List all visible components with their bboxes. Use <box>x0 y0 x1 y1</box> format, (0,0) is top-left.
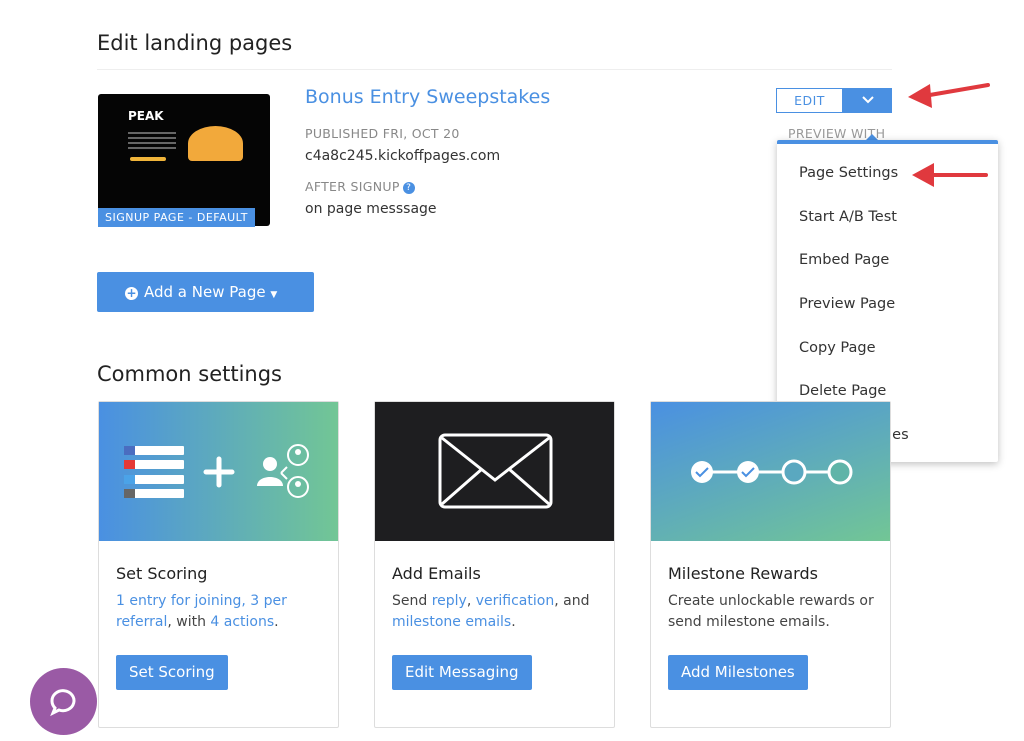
scoring-list-plus-referral-icon <box>124 444 309 498</box>
scoring-illustration <box>99 402 338 541</box>
envelope-icon <box>438 433 553 509</box>
chat-launcher-button[interactable] <box>30 668 97 735</box>
emails-illustration <box>375 402 614 541</box>
signup-page-badge: SIGNUP PAGE - DEFAULT <box>98 208 255 227</box>
caret-down-icon: ▼ <box>270 290 278 300</box>
card-title: Add Emails <box>392 564 481 583</box>
menu-item-copy-page[interactable]: Copy Page <box>777 341 998 385</box>
card-add-emails: Add Emails Send reply, verification, and… <box>374 401 615 728</box>
after-signup-value: on page messsage <box>305 201 437 217</box>
reply-link[interactable]: reply <box>432 593 467 609</box>
menu-item-preview-page[interactable]: Preview Page <box>777 297 998 341</box>
divider <box>97 69 892 70</box>
chat-bubble-icon <box>50 689 76 717</box>
thumbnail-logo: PEAK <box>128 109 164 123</box>
edit-dropdown-toggle[interactable] <box>843 88 892 113</box>
plus-circle-icon: + <box>125 286 138 300</box>
red-arrow-icon <box>912 163 988 187</box>
chevron-down-icon <box>861 96 874 104</box>
milestone-emails-link[interactable]: milestone emails <box>392 614 511 630</box>
edit-button[interactable]: EDIT <box>776 88 843 113</box>
desc-text: . <box>511 614 516 630</box>
published-date: PUBLISHED FRI, OCT 20 <box>305 126 460 141</box>
help-icon[interactable]: ? <box>402 182 415 194</box>
edit-messaging-button[interactable]: Edit Messaging <box>392 655 532 690</box>
card-milestone-rewards: Milestone Rewards Create unlockable rewa… <box>650 401 891 728</box>
page-title: Edit landing pages <box>97 31 293 55</box>
card-description: Create unlockable rewards or send milest… <box>668 593 874 630</box>
edit-button-group: EDIT <box>776 88 892 113</box>
set-scoring-button[interactable]: Set Scoring <box>116 655 228 690</box>
desc-text: , with <box>167 614 211 630</box>
desc-text: Send <box>392 593 432 609</box>
verification-link[interactable]: verification <box>476 593 554 609</box>
milestones-illustration <box>651 402 890 541</box>
card-description: Send reply, verification, and milestone … <box>392 591 607 633</box>
page-thumbnail[interactable]: PEAK <box>98 94 270 226</box>
after-signup-label: AFTER SIGNUP? <box>305 179 415 194</box>
menu-item-embed-page[interactable]: Embed Page <box>777 253 998 297</box>
tent-image <box>188 126 243 161</box>
thumbnail-text <box>128 132 176 152</box>
page-domain[interactable]: c4a8c245.kickoffpages.com <box>305 148 500 164</box>
thumbnail-button <box>130 157 166 161</box>
actions-link[interactable]: 4 actions <box>210 614 274 630</box>
section-title: Common settings <box>97 362 283 386</box>
annotation-arrows <box>908 83 990 187</box>
add-milestones-button[interactable]: Add Milestones <box>668 655 808 690</box>
add-new-page-button[interactable]: + Add a New Page ▼ <box>97 272 314 312</box>
card-description: 1 entry for joining, 3 per referral, wit… <box>116 591 331 633</box>
desc-text: . <box>274 614 279 630</box>
card-title: Milestone Rewards <box>668 564 818 583</box>
after-signup-text: AFTER SIGNUP <box>305 179 400 194</box>
landing-page-title-link[interactable]: Bonus Entry Sweepstakes <box>305 86 550 108</box>
milestone-progress-icon <box>691 459 853 485</box>
red-arrow-icon <box>908 83 990 108</box>
desc-text: , <box>466 593 476 609</box>
add-page-label: Add a New Page <box>144 283 266 301</box>
card-set-scoring: Set Scoring 1 entry for joining, 3 per r… <box>98 401 339 728</box>
menu-item-start-ab-test[interactable]: Start A/B Test <box>777 209 998 254</box>
card-title: Set Scoring <box>116 564 208 583</box>
desc-text: , and <box>554 593 590 609</box>
